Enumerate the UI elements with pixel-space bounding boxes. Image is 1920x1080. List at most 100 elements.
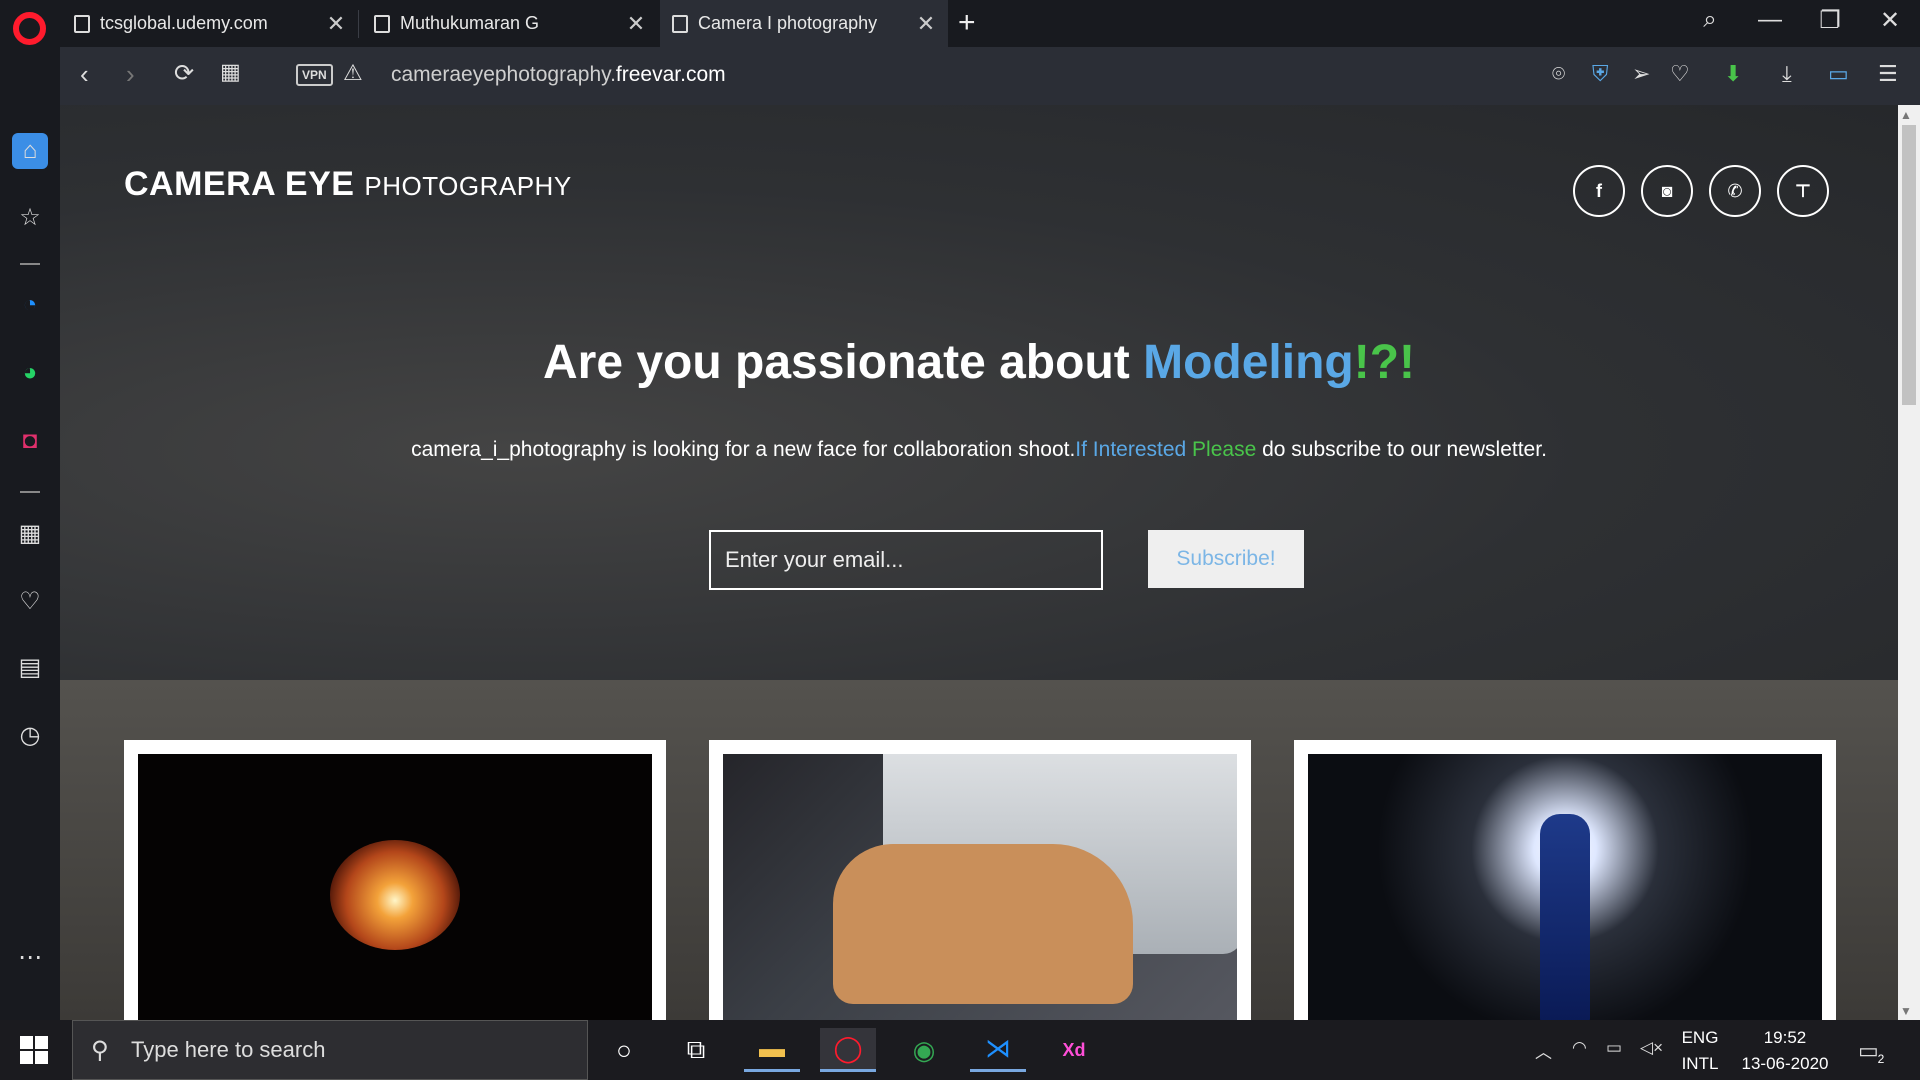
page-icon [74,14,90,33]
sub-highlight-green: Please [1186,438,1257,461]
instagram-icon[interactable]: ◙ [1641,165,1693,217]
opera-sidebar: ⌂ ☆ ◔ ◕ ◘ ▦ ♡ ▤ ◷ ⋯ [0,47,60,1020]
headline-punctuation: !?! [1353,336,1416,389]
battery-saver-icon[interactable]: ▭ [1828,61,1849,87]
heart-icon[interactable]: ♡ [1670,61,1690,87]
adobe-xd-icon[interactable]: Xd [1046,1028,1102,1072]
home-icon[interactable]: ⌂ [12,133,48,169]
battery-icon[interactable]: ▭ [1606,1038,1622,1058]
send-icon[interactable]: ➢ [1632,61,1650,87]
chess-king-photo [1308,754,1822,1020]
snapshot-icon[interactable]: ⌾ [1552,61,1565,87]
messenger-icon[interactable]: ◔ [12,287,48,323]
chrome-icon[interactable]: ◉ [896,1028,952,1072]
scroll-down-arrow-icon[interactable]: ▼ [1900,1004,1912,1018]
tab-muthukumaran[interactable]: Muthukumaran G ✕ [362,0,658,47]
sitemap-icon[interactable]: ⊤ [1777,165,1829,217]
sub-highlight-blue: If Interested [1075,438,1187,461]
history-icon[interactable]: ◷ [12,717,48,753]
heart-icon[interactable]: ♡ [12,583,48,619]
site-favicon-icon [672,14,688,33]
url-field[interactable]: cameraeyephotography.freevar.com [391,63,726,87]
taskbar-search[interactable]: ⚲ [72,1020,588,1080]
photo-gallery [60,680,1898,1020]
gallery-card[interactable] [1294,740,1836,1020]
subscribe-button[interactable]: Subscribe! [1148,530,1304,588]
scrollbar-thumb[interactable] [1902,125,1916,405]
vpn-badge[interactable]: VPN [296,64,333,86]
speaker-muted-icon[interactable]: ◁× [1640,1038,1663,1058]
windows-start-icon[interactable] [20,1036,48,1064]
headline-text: Are you passionate about [542,336,1144,389]
clock-date[interactable]: 13-06-2020 [1730,1054,1840,1074]
windows-taskbar: ⚲ ○ ⧉ ▬ ◯ ◉ ⋊ Xd ︿ ◠ ▭ ◁× ENG INTL 19:52… [0,1020,1920,1080]
notification-count: 2 [1877,1052,1885,1066]
clock-time[interactable]: 19:52 [1730,1028,1840,1048]
task-view-icon[interactable]: ⧉ [668,1028,724,1072]
easy-setup-icon[interactable]: ☰ [1878,61,1898,87]
language-layout[interactable]: INTL [1680,1054,1720,1074]
gallery-card[interactable] [709,740,1251,1020]
opera-logo-icon[interactable] [13,12,46,45]
url-domain: freevar.com [615,63,726,86]
instagram-icon[interactable]: ◘ [12,423,48,459]
tab-label: Muthukumaran G [400,13,540,33]
sidebar-divider [20,263,40,265]
tab-strip: tcsglobal.udemy.com ✕ Muthukumaran G ✕ C… [0,0,1920,47]
email-input[interactable] [709,530,1103,590]
search-icon: ⚲ [91,1036,109,1064]
tab-close-icon[interactable]: ✕ [324,11,348,37]
tab-udemy[interactable]: tcsglobal.udemy.com ✕ [62,0,358,47]
phone-icon[interactable]: ✆ [1709,165,1761,217]
lamp-shape [330,840,460,950]
web-page: CAMERA EYE PHOTOGRAPHY f ◙ ✆ ⊤ Are you p… [60,105,1898,1020]
sub-text-end: do subscribe to our newsletter. [1256,438,1547,461]
tab-close-icon[interactable]: ✕ [624,11,648,37]
wifi-icon[interactable]: ◠ [1572,1038,1587,1058]
warning-icon[interactable]: ⚠ [343,60,363,86]
opera-taskbar-icon[interactable]: ◯ [820,1028,876,1072]
page-icon [374,14,390,33]
brand-bold: CAMERA EYE [124,165,355,203]
shield-icon[interactable]: ⛨ [1592,61,1609,87]
vscode-icon[interactable]: ⋊ [970,1028,1026,1072]
minimize-button[interactable]: — [1750,6,1790,34]
subheadline: camera_i_photography is looking for a ne… [60,438,1898,462]
tab-camera-photography[interactable]: Camera I photography ✕ [660,0,948,47]
language-code[interactable]: ENG [1680,1028,1720,1048]
speed-dial-icon[interactable]: ▦ [220,59,241,85]
back-button[interactable]: ‹ [80,59,89,90]
scroll-up-arrow-icon[interactable]: ▲ [1900,108,1912,122]
dog-photo [723,754,1237,1020]
brand-light: PHOTOGRAPHY [364,171,572,201]
reload-button[interactable]: ⟳ [174,59,194,88]
file-explorer-icon[interactable]: ▬ [744,1028,800,1072]
king-piece-shape [1540,814,1590,1020]
downloads-icon[interactable]: ⤓ [1782,61,1792,87]
close-window-button[interactable]: ✕ [1870,6,1910,35]
tab-divider [358,10,359,38]
sidebar-divider [20,491,40,493]
hero-section: CAMERA EYE PHOTOGRAPHY f ◙ ✆ ⊤ Are you p… [60,105,1898,680]
address-bar: ‹ › ⟳ ▦ VPN ⚠ cameraeyephotography.freev… [60,47,1920,105]
facebook-icon[interactable]: f [1573,165,1625,217]
tab-label: Camera I photography [698,13,878,33]
cortana-icon[interactable]: ○ [596,1028,652,1072]
tab-close-icon[interactable]: ✕ [914,11,938,37]
search-tabs-icon[interactable]: ⌕ [1690,6,1730,34]
brand-logo[interactable]: CAMERA EYE PHOTOGRAPHY [124,165,572,204]
news-icon[interactable]: ▤ [12,649,48,685]
taskbar-search-input[interactable] [131,1037,531,1063]
page-headline: Are you passionate about Modeling!?! [60,335,1898,390]
workspaces-icon[interactable]: ▦ [12,515,48,551]
url-prefix: cameraeyephotography. [391,63,616,86]
new-tab-button[interactable]: + [958,6,976,40]
gallery-card[interactable] [124,740,666,1020]
restore-button[interactable]: ❐ [1810,6,1850,35]
chevron-up-icon[interactable]: ︿ [1535,1038,1552,1063]
star-icon[interactable]: ☆ [12,199,48,235]
more-icon[interactable]: ⋯ [12,939,48,975]
forward-button[interactable]: › [126,59,135,90]
download-arrow-icon[interactable]: ⬇ [1724,61,1742,87]
whatsapp-icon[interactable]: ◕ [12,355,48,391]
